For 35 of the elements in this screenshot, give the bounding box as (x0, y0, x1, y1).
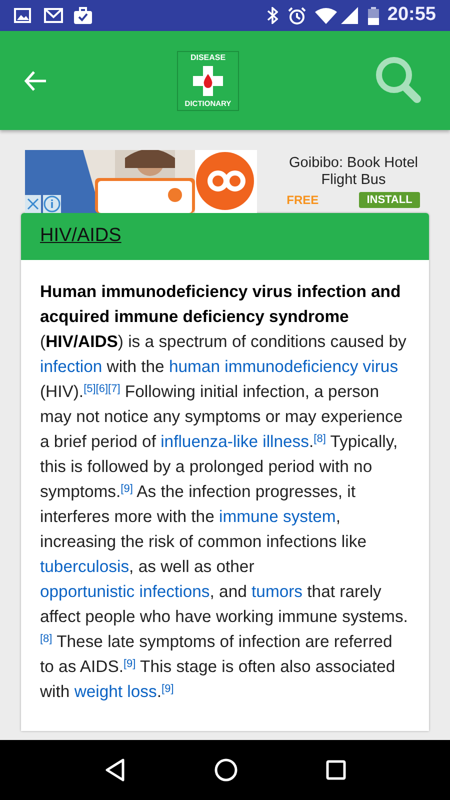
article-link[interactable]: human immunodeficiency virus (168, 357, 398, 376)
alarm-icon (288, 6, 306, 24)
ad-title: Goibibo: Book Hotel Flight Bus (288, 154, 419, 188)
wifi-icon (315, 8, 338, 24)
article-link[interactable]: tumors (252, 582, 303, 601)
article-paragraph: Human immunodeficiency virus infection and acquired immune deficiency syndrome (HIV/AIDS) is a spectrum of conditions caused by infection with the human immunodeficiency virus (HIV).$^{[5][6][7]}$ Following initial infection, a person may not notice any symptoms or may experience a brief period of influenza-like illness.$^{[8]}$ Typically, this is followed by a prolonged period with no symptoms.$^{[9]}$ As the infection progresses, it interferes more with the immune system, increasing the risk of common infections like tuberculosis, as well as other opportunistic infections, and tumors that rarely affect people who have working immune systems. $^{[8]}$ These late symptoms of infection are referred to as AIDS.$^{[9]}$ This stage is often also associated with weight loss.$^{[9]}$ (39, 281, 409, 703)
bluetooth-icon (267, 7, 278, 24)
image-icon (14, 8, 31, 23)
reference-link[interactable]: [8] (40, 632, 52, 644)
medical-cross-icon (193, 66, 223, 96)
article-link[interactable]: influenza-like illness (160, 432, 309, 451)
reference-link[interactable]: [8] (314, 432, 326, 444)
close-icon[interactable] (25, 195, 41, 213)
battery-icon (368, 6, 380, 24)
briefcase-check-icon (74, 7, 92, 24)
reference-link[interactable]: [9] (123, 658, 136, 670)
article-link[interactable]: tuberculosis (40, 557, 130, 576)
logo-text: DISEASE (190, 52, 226, 62)
article-link[interactable]: weight loss (74, 682, 157, 701)
mail-icon (44, 8, 63, 23)
back-icon[interactable] (104, 758, 126, 782)
reference-link[interactable]: [5][6][7] (84, 382, 120, 394)
reference-link[interactable]: [9] (162, 682, 174, 694)
home-icon[interactable] (214, 758, 238, 782)
article-link[interactable]: opportunistic infections (40, 582, 210, 601)
install-button[interactable]: INSTALL (358, 192, 420, 208)
signal-icon (341, 7, 358, 24)
article-title-link[interactable]: HIV/AIDS (40, 222, 122, 251)
recents-icon[interactable] (326, 760, 346, 780)
info-icon[interactable] (43, 195, 61, 213)
clock-time: 20:55 (387, 3, 436, 28)
reference-link[interactable]: [9] (120, 482, 133, 494)
article-link[interactable]: infection (40, 357, 102, 376)
price-label: FREE (286, 192, 319, 208)
article-link[interactable]: immune system (219, 507, 336, 526)
